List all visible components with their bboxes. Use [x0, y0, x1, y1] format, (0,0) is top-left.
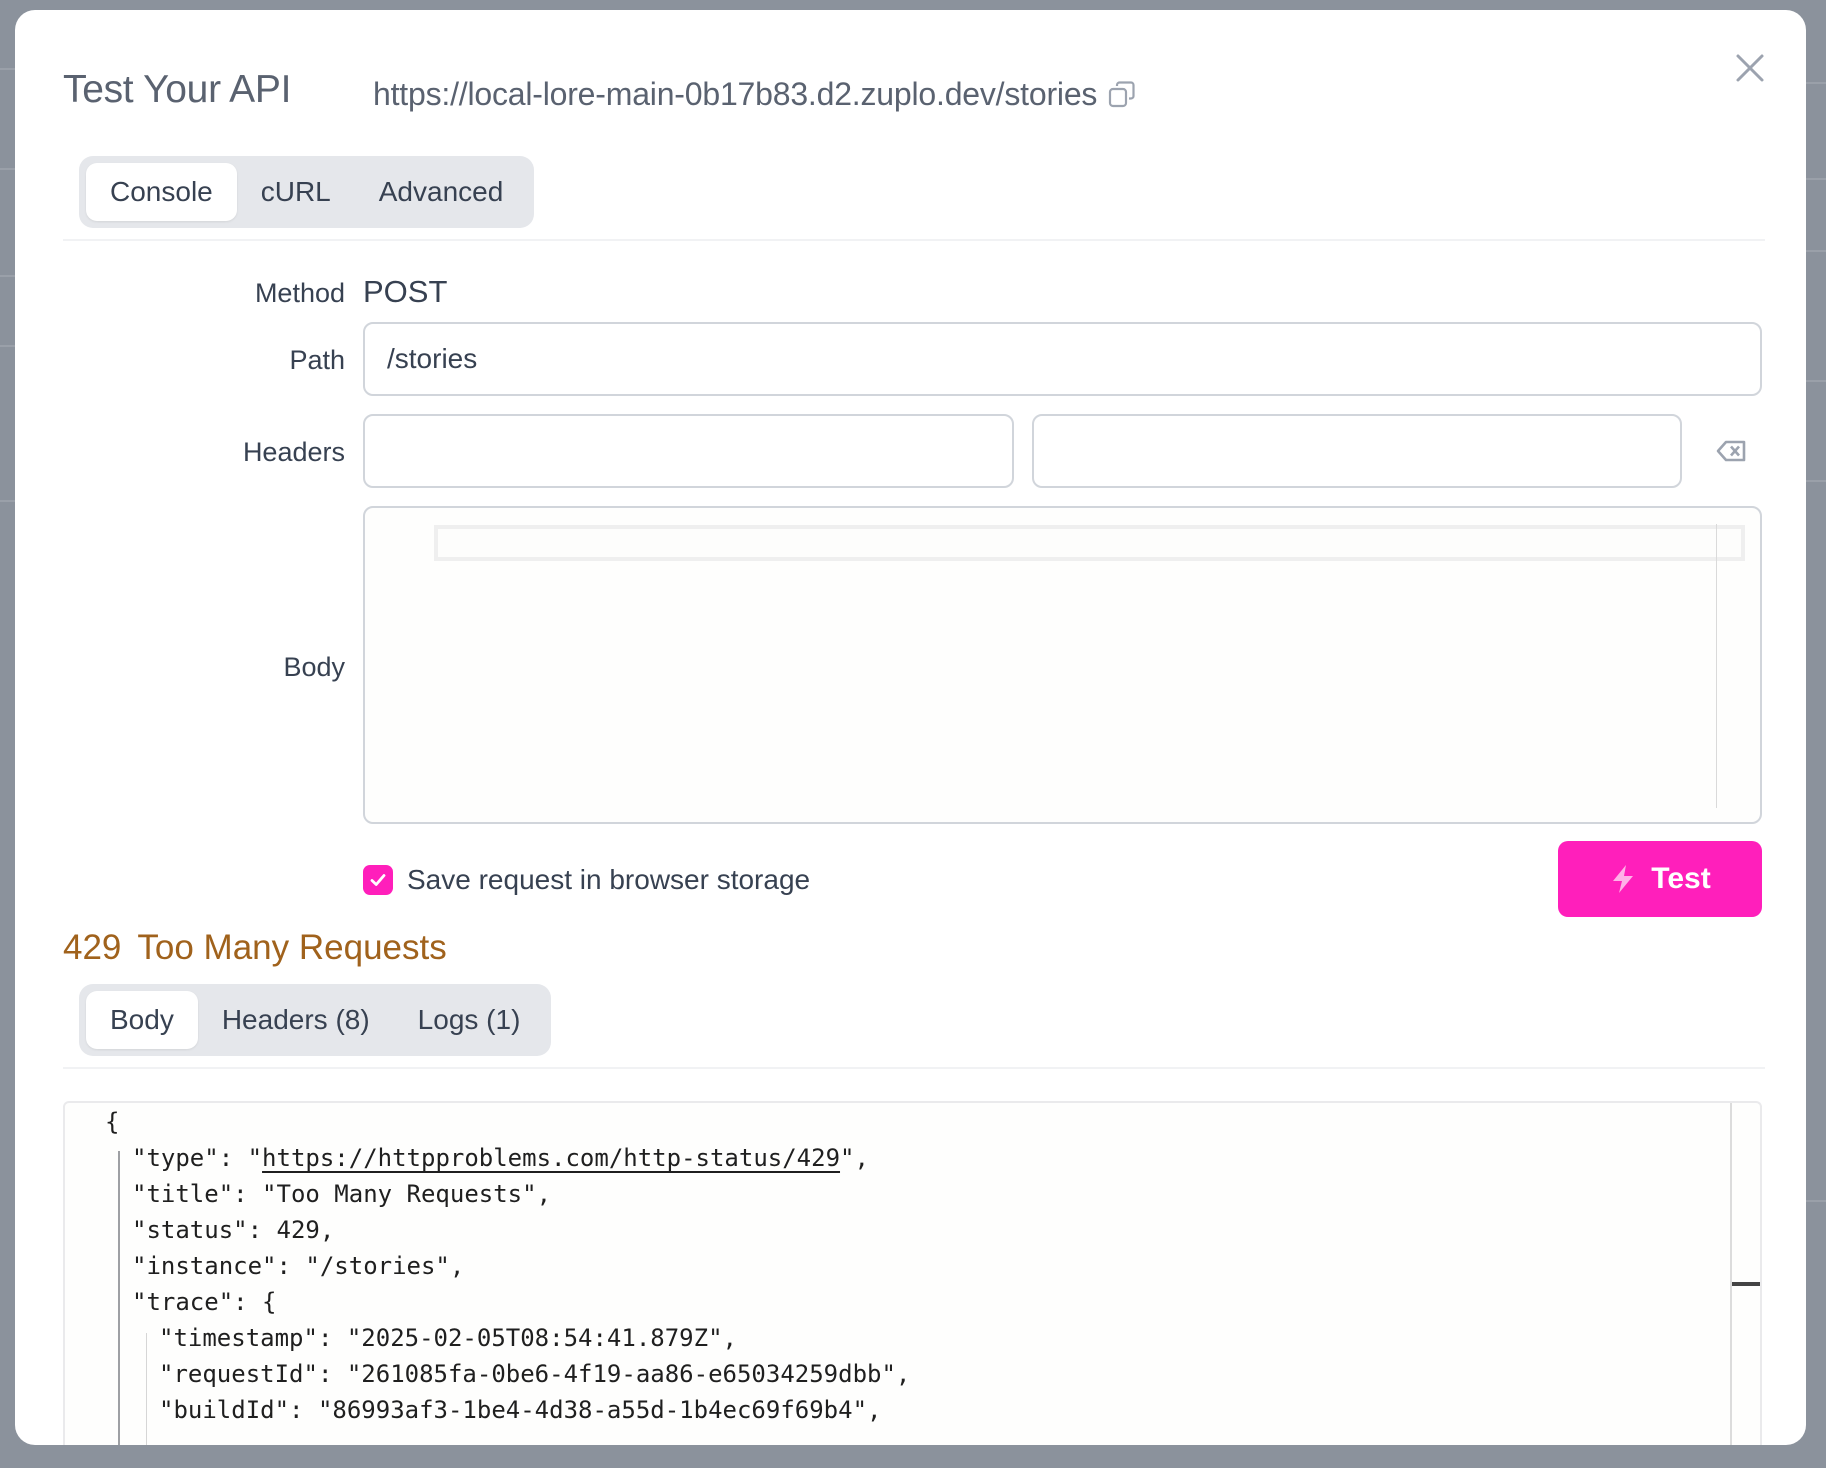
background-divider [1806, 480, 1826, 482]
delete-header-button[interactable] [1715, 434, 1749, 468]
headers-label: Headers [242, 437, 345, 467]
method-label: Method [254, 278, 345, 308]
close-icon [1736, 54, 1764, 82]
background-divider [0, 500, 16, 502]
save-request-checkbox[interactable] [363, 865, 393, 895]
code-scrollbar-track[interactable] [1730, 1103, 1760, 1445]
background-divider [0, 68, 16, 70]
body-editor[interactable] [363, 506, 1762, 824]
backspace-icon [1716, 440, 1746, 462]
lightning-icon [1613, 865, 1634, 893]
section-divider [63, 1067, 1765, 1069]
background-divider [0, 345, 16, 347]
body-editor-active-line [434, 525, 1745, 561]
background-page [0, 0, 16, 1468]
code-text: ", [840, 1144, 869, 1172]
tab-advanced[interactable]: Advanced [355, 163, 528, 221]
method-value: POST [363, 274, 448, 309]
tab-response-logs[interactable]: Logs (1) [394, 991, 545, 1049]
background-divider [0, 168, 16, 170]
test-api-modal: Test Your API https://local-lore-main-0b… [15, 10, 1806, 1445]
test-button[interactable]: Test [1558, 841, 1762, 917]
code-text: "requestId": "261085fa-0be6-4f19-aa86-e6… [159, 1360, 911, 1388]
tab-response-headers[interactable]: Headers (8) [198, 991, 394, 1049]
code-scrollbar-thumb[interactable] [1732, 1282, 1760, 1286]
code-line: "timestamp": "2025-02-05T08:54:41.879Z", [159, 1320, 737, 1356]
section-divider [63, 239, 1765, 241]
path-label: Path [289, 345, 345, 375]
path-input[interactable]: /stories [363, 322, 1762, 396]
response-tabs: Body Headers (8) Logs (1) [79, 984, 552, 1056]
code-text: "type": " [132, 1144, 263, 1172]
code-text: "buildId": "86993af3-1be4-4d38-a55d-1b4e… [159, 1396, 882, 1424]
endpoint-url-text: https://local-lore-main-0b17b83.d2.zuplo… [373, 76, 1098, 112]
request-tabs: Console cURL Advanced [79, 156, 535, 228]
response-status: 429 Too Many Requests [63, 928, 447, 968]
code-line: { [105, 1104, 119, 1140]
background-divider [1806, 1200, 1826, 1202]
save-request-checkbox-row[interactable]: Save request in browser storage [363, 864, 810, 896]
modal-title: Test Your API [63, 68, 292, 111]
indent-guide [146, 1333, 147, 1445]
background-divider [1806, 82, 1826, 84]
code-line: "trace": { [132, 1284, 277, 1320]
header-key-input[interactable] [363, 414, 1014, 488]
code-text: "title": "Too Many Requests", [132, 1180, 552, 1208]
copy-icon[interactable] [1107, 80, 1137, 110]
endpoint-url: https://local-lore-main-0b17b83.d2.zuplo… [373, 76, 1137, 113]
code-line: "title": "Too Many Requests", [132, 1176, 551, 1212]
code-text: "status": 429, [132, 1216, 335, 1244]
response-body-viewer[interactable]: { "type": "https://httpproblems.com/http-… [63, 1101, 1762, 1445]
code-text: "instance": "/stories", [132, 1252, 465, 1280]
code-link[interactable]: https://httpproblems.com/http-status/429 [262, 1144, 840, 1172]
code-text: "timestamp": "2025-02-05T08:54:41.879Z", [159, 1324, 737, 1352]
code-line: "status": 429, [132, 1212, 334, 1248]
body-label: Body [283, 652, 345, 682]
background-divider [1806, 250, 1826, 252]
body-editor-ruler [1716, 524, 1717, 808]
tab-response-body[interactable]: Body [86, 991, 198, 1049]
status-code: 429 [63, 928, 122, 967]
background-divider [1806, 380, 1826, 382]
header-value-input[interactable] [1032, 414, 1682, 488]
save-request-label: Save request in browser storage [407, 864, 811, 895]
background-divider [0, 275, 16, 277]
tab-curl[interactable]: cURL [237, 163, 355, 221]
checkmark-icon [370, 874, 386, 886]
code-line: "requestId": "261085fa-0be6-4f19-aa86-e6… [159, 1356, 910, 1392]
indent-guide [118, 1151, 120, 1445]
code-line: "type": "https://httpproblems.com/http-s… [132, 1140, 869, 1176]
background-divider [1806, 178, 1826, 180]
code-text: "trace": { [132, 1288, 277, 1316]
tab-console[interactable]: Console [86, 163, 237, 221]
test-button-label: Test [1651, 862, 1711, 895]
code-text: { [105, 1108, 120, 1136]
code-line: "instance": "/stories", [132, 1248, 464, 1284]
status-text: Too Many Requests [137, 928, 447, 967]
code-line: "buildId": "86993af3-1be4-4d38-a55d-1b4e… [159, 1392, 881, 1428]
close-button[interactable] [1730, 48, 1770, 88]
